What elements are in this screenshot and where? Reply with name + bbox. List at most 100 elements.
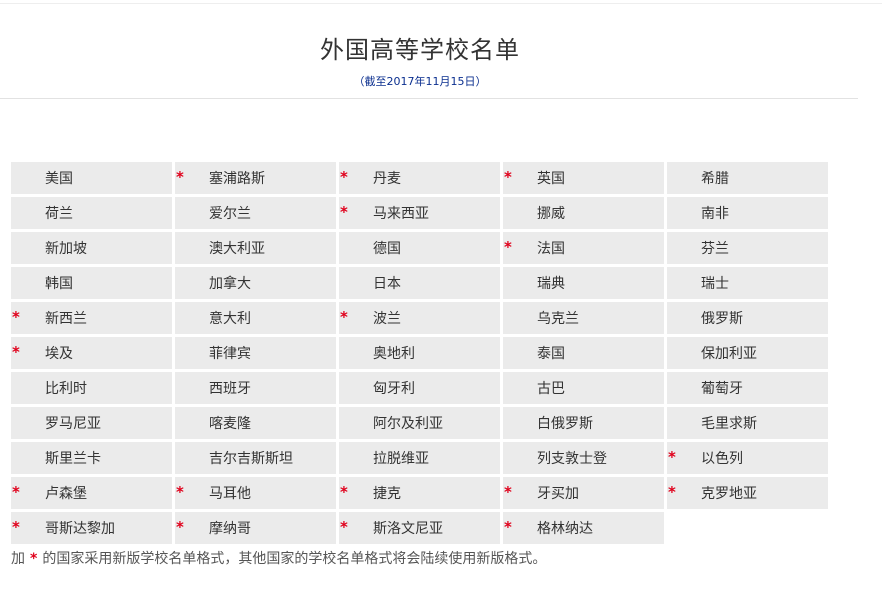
country-name: 比利时 xyxy=(45,381,87,397)
country-name: 荷兰 xyxy=(45,206,73,222)
country-item[interactable]: 新加坡 xyxy=(11,232,172,264)
star-marker-icon: * xyxy=(30,551,38,567)
country-item[interactable]: 阿尔及利亚 xyxy=(339,407,500,439)
country-name: 克罗地亚 xyxy=(701,486,757,502)
country-name: 乌克兰 xyxy=(537,311,579,327)
country-name: 丹麦 xyxy=(373,171,401,187)
country-item[interactable]: 保加利亚 xyxy=(667,337,828,369)
star-marker-icon: * xyxy=(12,308,20,326)
country-name: 卢森堡 xyxy=(45,486,87,502)
country-item[interactable]: * 波兰 xyxy=(339,302,500,334)
country-item[interactable]: * 克罗地亚 xyxy=(667,477,828,509)
country-name: 波兰 xyxy=(373,311,401,327)
footnote: 加 * 的国家采用新版学校名单格式，其他国家的学校名单格式将会陆续使用新版格式。 xyxy=(11,548,546,568)
star-marker-icon: * xyxy=(340,203,348,221)
country-name: 斯洛文尼亚 xyxy=(373,521,443,537)
country-name: 德国 xyxy=(373,241,401,257)
country-name: 爱尔兰 xyxy=(209,206,251,222)
country-name: 白俄罗斯 xyxy=(537,416,593,432)
country-item[interactable]: 挪威 xyxy=(503,197,664,229)
star-marker-icon: * xyxy=(340,483,348,501)
country-item[interactable]: * 塞浦路斯 xyxy=(175,162,336,194)
country-name: 阿尔及利亚 xyxy=(373,416,443,432)
country-item[interactable]: * 法国 xyxy=(503,232,664,264)
country-item[interactable]: 荷兰 xyxy=(11,197,172,229)
header-divider xyxy=(0,98,858,99)
country-item[interactable]: * 牙买加 xyxy=(503,477,664,509)
country-item[interactable]: * 卢森堡 xyxy=(11,477,172,509)
country-item[interactable]: 葡萄牙 xyxy=(667,372,828,404)
country-name: 芬兰 xyxy=(701,241,729,257)
country-item[interactable]: 希腊 xyxy=(667,162,828,194)
star-marker-icon: * xyxy=(12,518,20,536)
country-item[interactable]: * 以色列 xyxy=(667,442,828,474)
country-item[interactable]: 古巴 xyxy=(503,372,664,404)
country-item[interactable]: * 新西兰 xyxy=(11,302,172,334)
country-item[interactable]: 吉尔吉斯斯坦 xyxy=(175,442,336,474)
country-name: 法国 xyxy=(537,241,565,257)
country-name: 哥斯达黎加 xyxy=(45,521,115,537)
footnote-text: 的国家采用新版学校名单格式，其他国家的学校名单格式将会陆续使用新版格式。 xyxy=(42,551,547,567)
country-item[interactable]: * 马来西亚 xyxy=(339,197,500,229)
country-item[interactable]: 乌克兰 xyxy=(503,302,664,334)
country-name: 捷克 xyxy=(373,486,401,502)
country-item[interactable]: 爱尔兰 xyxy=(175,197,336,229)
country-item[interactable]: 韩国 xyxy=(11,267,172,299)
country-name: 韩国 xyxy=(45,276,73,292)
country-name: 罗马尼亚 xyxy=(45,416,101,432)
country-name: 列支敦士登 xyxy=(537,451,607,467)
star-marker-icon: * xyxy=(176,518,184,536)
country-name: 英国 xyxy=(537,171,565,187)
country-item[interactable]: 白俄罗斯 xyxy=(503,407,664,439)
country-item[interactable]: 拉脱维亚 xyxy=(339,442,500,474)
country-item[interactable]: 奥地利 xyxy=(339,337,500,369)
country-item[interactable]: 罗马尼亚 xyxy=(11,407,172,439)
star-marker-icon: * xyxy=(340,308,348,326)
country-item[interactable]: 日本 xyxy=(339,267,500,299)
country-name: 格林纳达 xyxy=(537,521,593,537)
country-item[interactable]: 瑞典 xyxy=(503,267,664,299)
country-item[interactable]: * 哥斯达黎加 xyxy=(11,512,172,544)
country-item[interactable]: 毛里求斯 xyxy=(667,407,828,439)
country-name: 保加利亚 xyxy=(701,346,757,362)
country-name: 奥地利 xyxy=(373,346,415,362)
country-item[interactable]: * 丹麦 xyxy=(339,162,500,194)
country-item[interactable]: * 埃及 xyxy=(11,337,172,369)
country-item[interactable]: * 马耳他 xyxy=(175,477,336,509)
country-item[interactable]: * 格林纳达 xyxy=(503,512,664,544)
country-item[interactable]: 南非 xyxy=(667,197,828,229)
country-item[interactable]: 匈牙利 xyxy=(339,372,500,404)
country-item[interactable]: 喀麦隆 xyxy=(175,407,336,439)
country-item[interactable]: 意大利 xyxy=(175,302,336,334)
country-item[interactable]: 德国 xyxy=(339,232,500,264)
country-item[interactable]: 美国 xyxy=(11,162,172,194)
country-item[interactable]: 加拿大 xyxy=(175,267,336,299)
country-name: 喀麦隆 xyxy=(209,416,251,432)
country-item[interactable]: 菲律宾 xyxy=(175,337,336,369)
country-item[interactable]: 比利时 xyxy=(11,372,172,404)
country-item[interactable]: * 捷克 xyxy=(339,477,500,509)
star-marker-icon: * xyxy=(504,238,512,256)
country-item[interactable]: * 斯洛文尼亚 xyxy=(339,512,500,544)
country-name: 斯里兰卡 xyxy=(45,451,101,467)
page-title: 外国高等学校名单 xyxy=(320,36,520,64)
country-item[interactable]: 列支敦士登 xyxy=(503,442,664,474)
country-name: 马耳他 xyxy=(209,486,251,502)
country-item[interactable]: 瑞士 xyxy=(667,267,828,299)
country-item[interactable]: 西班牙 xyxy=(175,372,336,404)
country-name: 马来西亚 xyxy=(373,206,429,222)
country-name: 美国 xyxy=(45,171,73,187)
country-name: 菲律宾 xyxy=(209,346,251,362)
country-name: 葡萄牙 xyxy=(701,381,743,397)
country-item[interactable]: 斯里兰卡 xyxy=(11,442,172,474)
star-marker-icon: * xyxy=(504,518,512,536)
country-item[interactable]: * 英国 xyxy=(503,162,664,194)
country-item[interactable]: 芬兰 xyxy=(667,232,828,264)
page-subtitle: （截至2017年11月15日） xyxy=(353,75,487,88)
country-item[interactable]: 澳大利亚 xyxy=(175,232,336,264)
country-name: 牙买加 xyxy=(537,486,579,502)
country-item[interactable]: 泰国 xyxy=(503,337,664,369)
country-item[interactable]: * 摩纳哥 xyxy=(175,512,336,544)
country-item[interactable]: 俄罗斯 xyxy=(667,302,828,334)
country-name: 毛里求斯 xyxy=(701,416,757,432)
